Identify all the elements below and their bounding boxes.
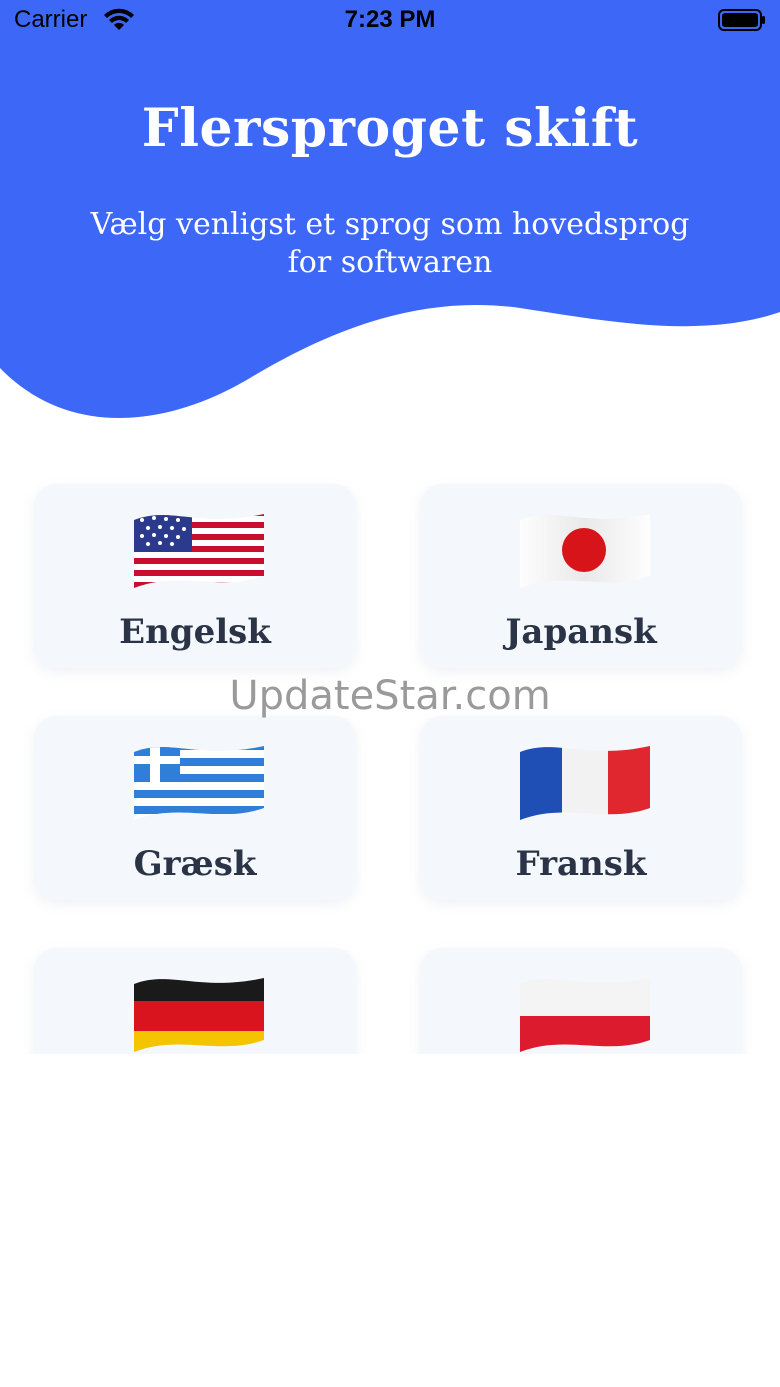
us-flag-icon [134,514,264,588]
empty-area [0,1054,780,1387]
germany-flag-icon [134,978,264,1052]
language-card-french[interactable]: Fransk [420,716,742,900]
language-card-greek[interactable]: Græsk [34,716,356,900]
subtitle-line-2: for softwaren [287,245,493,280]
subtitle-line-1: Vælg venligst et sprog som hovedsprog [90,207,690,242]
france-flag-icon [520,746,650,820]
language-label: Græsk [133,844,257,884]
language-label: Fransk [515,844,647,884]
language-card-japanese[interactable]: Japansk [420,484,742,668]
japan-flag-icon [520,514,650,588]
battery-icon [718,9,765,31]
watermark: UpdateStar.com [229,673,551,719]
greece-flag-icon [134,746,264,820]
poland-flag-icon [520,978,650,1052]
status-bar: Carrier 7:23 PM [0,0,780,44]
language-card-english[interactable]: Engelsk [34,484,356,668]
language-label: Japansk [505,612,657,652]
language-label: Engelsk [119,612,271,652]
page-subtitle: Vælg venligst et sprog som hovedsprog fo… [60,206,720,282]
page-title: Flersproget skift [141,98,639,159]
clock: 7:23 PM [344,6,436,33]
